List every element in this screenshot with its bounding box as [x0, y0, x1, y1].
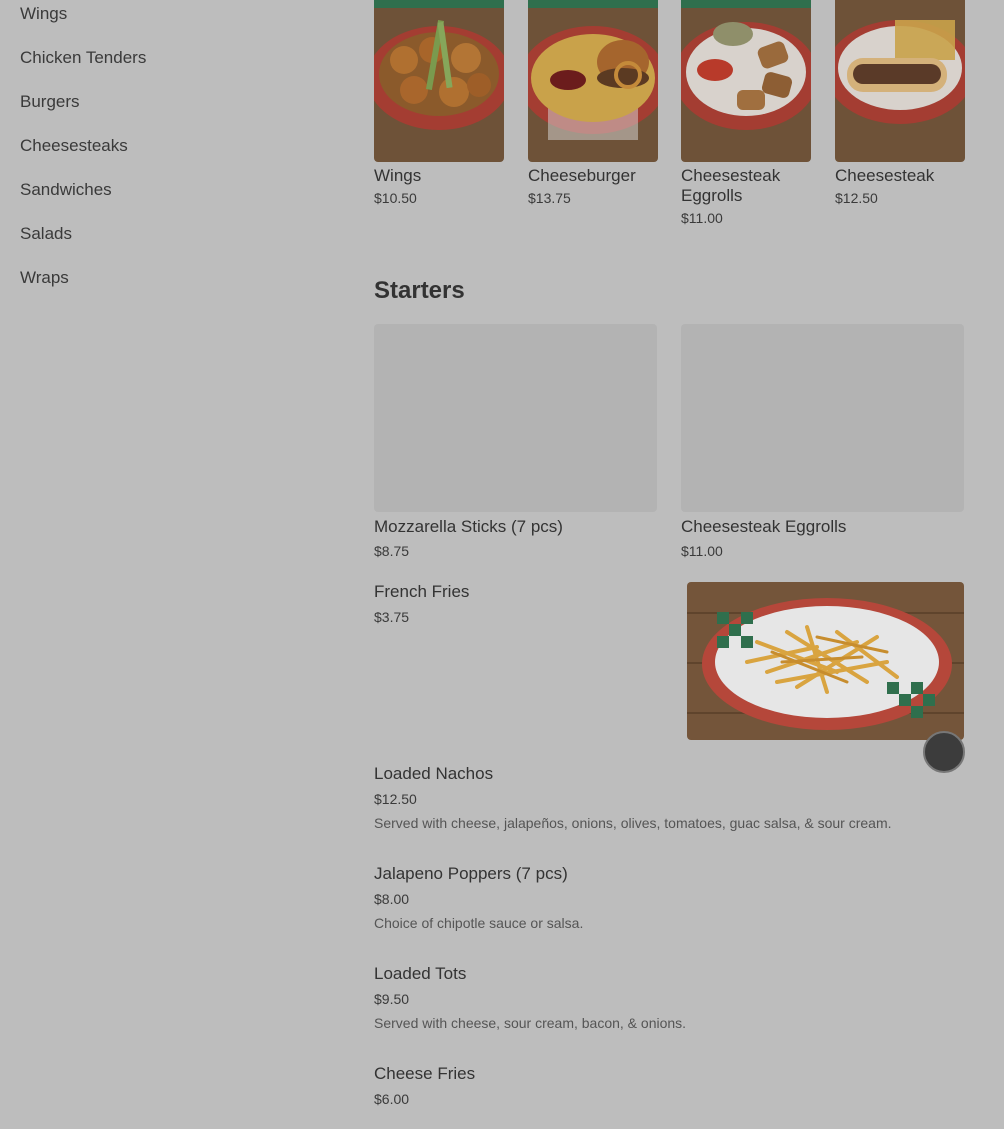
sidebar-item-cheesesteaks[interactable]: Cheesesteaks — [20, 136, 128, 156]
sidebar-item-wings[interactable]: Wings — [20, 4, 67, 24]
sidebar-item-chicken-tenders[interactable]: Chicken Tenders — [20, 48, 146, 68]
item-name: Jalapeno Poppers (7 pcs) — [374, 864, 568, 883]
featured-card-cheesesteak-eggrolls[interactable]: Cheesesteak Eggrolls $11.00 — [681, 0, 811, 226]
item-name: Cheesesteak Eggrolls — [681, 517, 847, 536]
sidebar-item-burgers[interactable]: Burgers — [20, 92, 80, 112]
menu-item-jalapeno-poppers[interactable]: Jalapeno Poppers (7 pcs) $8.00 Choice of… — [374, 864, 964, 931]
french-fries-photo[interactable] — [687, 582, 964, 740]
image-placeholder — [374, 324, 657, 512]
featured-card-cheeseburger[interactable]: Cheeseburger $13.75 — [528, 0, 658, 206]
featured-name: Cheesesteak Eggrolls — [681, 166, 781, 205]
featured-price: $13.75 — [528, 190, 571, 206]
item-price: $11.00 — [681, 543, 723, 559]
featured-card-wings[interactable]: Wings $10.50 — [374, 0, 504, 206]
featured-name: Cheesesteak — [835, 166, 935, 185]
featured-price: $12.50 — [835, 190, 878, 206]
item-name: Loaded Tots — [374, 964, 467, 983]
menu-item-cheese-fries[interactable]: Cheese Fries $6.00 — [374, 1064, 964, 1107]
cheeseburger-photo — [528, 0, 658, 162]
cheesesteak-photo — [835, 0, 965, 162]
featured-name: Wings — [374, 166, 422, 185]
sidebar-item-sandwiches[interactable]: Sandwiches — [20, 180, 112, 200]
eggrolls-photo — [681, 0, 811, 162]
item-name: Cheese Fries — [374, 1064, 476, 1083]
image-placeholder — [681, 324, 964, 512]
item-price: $8.00 — [374, 891, 410, 907]
featured-card-cheesesteak[interactable]: Cheesesteak $12.50 — [835, 0, 965, 206]
menu-item-loaded-tots[interactable]: Loaded Tots $9.50 Served with cheese, so… — [374, 964, 964, 1031]
item-price: $9.50 — [374, 991, 410, 1007]
item-price: $12.50 — [374, 791, 417, 807]
featured-price: $10.50 — [374, 190, 417, 206]
sidebar-item-salads[interactable]: Salads — [20, 224, 72, 244]
section-title-starters: Starters — [374, 277, 465, 304]
menu-card-mozzarella-sticks[interactable]: Mozzarella Sticks (7 pcs) $8.75 — [374, 324, 657, 559]
sidebar-item-wraps[interactable]: Wraps — [20, 268, 69, 288]
item-name: Mozzarella Sticks (7 pcs) — [374, 517, 563, 536]
wings-photo — [374, 0, 504, 162]
item-description: Served with cheese, jalapeños, onions, o… — [374, 815, 892, 831]
item-name: Loaded Nachos — [374, 764, 494, 783]
item-price: $8.75 — [374, 543, 410, 559]
menu-card-cheesesteak-eggrolls[interactable]: Cheesesteak Eggrolls $11.00 — [681, 324, 964, 559]
item-price: $6.00 — [374, 1091, 410, 1107]
featured-price: $11.00 — [681, 210, 723, 226]
menu-item-loaded-nachos[interactable]: Loaded Nachos $12.50 Served with cheese,… — [374, 764, 964, 831]
featured-name: Cheeseburger — [528, 166, 636, 185]
item-description: Served with cheese, sour cream, bacon, &… — [374, 1015, 687, 1031]
item-description: Choice of chipotle sauce or salsa. — [374, 915, 584, 931]
